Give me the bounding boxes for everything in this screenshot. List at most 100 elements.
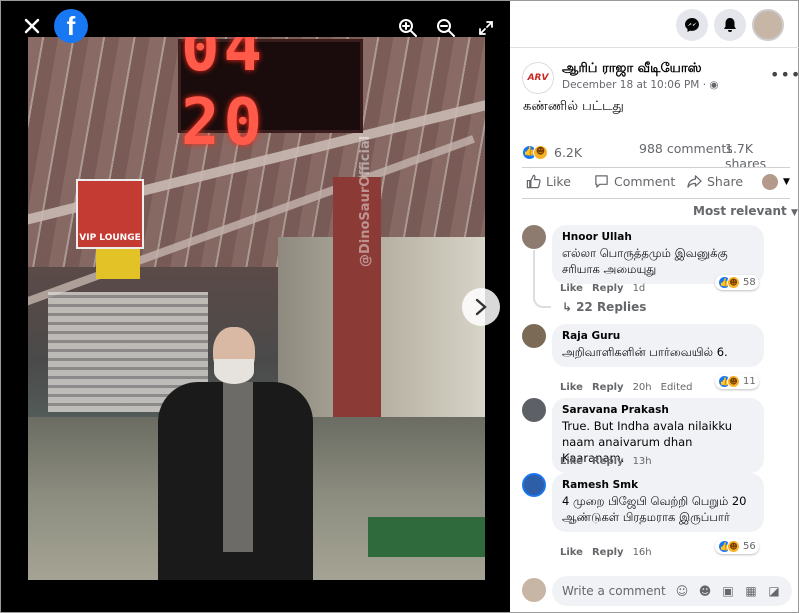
chevron-right-icon[interactable] (462, 288, 500, 326)
comment-label: Comment (614, 174, 676, 189)
reaction-icons[interactable]: 👍 ☻ 6.2K (522, 144, 582, 160)
commenter-name[interactable]: Raja Guru (562, 330, 754, 342)
post-time-text: December 18 at 10:06 PM · (562, 79, 710, 91)
comment-time[interactable]: 16h (633, 547, 652, 558)
haha-reaction-icon: ☻ (727, 276, 740, 289)
like-label: Like (546, 174, 571, 189)
comment-input[interactable] (562, 584, 667, 598)
comments-count[interactable]: 988 comments (639, 141, 733, 156)
comment-reaction-count: 11 (743, 376, 756, 387)
view-replies-link[interactable]: ↳ 22 Replies (562, 300, 646, 314)
post-header: ARV ஆரிப் ராஜா வீடியோஸ் December 18 at 1… (522, 59, 799, 99)
comment-icon (595, 175, 608, 188)
haha-reaction-icon: ☻ (727, 375, 740, 388)
reply-thread-line (533, 250, 551, 308)
comment-reaction-count: 58 (743, 277, 756, 288)
share-label: Share (707, 174, 744, 189)
share-icon (687, 175, 702, 188)
emoji-icon[interactable]: ☻ (697, 583, 713, 599)
comment-meta: Like Reply 16h (560, 547, 661, 558)
commenter-avatar[interactable] (522, 225, 546, 249)
comment-time[interactable]: 13h (633, 456, 652, 467)
zoom-out-icon[interactable] (433, 15, 459, 41)
mini-avatar (762, 174, 778, 190)
caret-down-icon: ▼ (790, 208, 798, 218)
haha-reaction-icon: ☻ (727, 540, 740, 553)
audience-selector[interactable]: ▼ (762, 174, 790, 190)
comment-meta: Like Reply 20h Edited (560, 382, 702, 393)
reaction-count[interactable]: 6.2K (554, 145, 582, 160)
avatar-sticker-icon[interactable]: ☺ (674, 583, 690, 599)
commenter-avatar[interactable] (522, 324, 546, 348)
messenger-icon[interactable] (676, 9, 708, 41)
commenter-name[interactable]: Saravana Prakash (562, 404, 754, 416)
page-avatar-text: ARV (527, 73, 549, 83)
action-bar: Like Comment Share ▼ (522, 167, 790, 199)
haha-reaction-icon: ☻ (533, 144, 548, 160)
photo-mat (368, 517, 485, 557)
commenter-name[interactable]: Ramesh Smk (562, 479, 754, 491)
comment-bubble: Ramesh Smk 4 முறை பிஜேபி வெற்றி பெறும் 2… (552, 473, 764, 532)
person-figure (158, 327, 313, 580)
expand-icon[interactable] (473, 15, 499, 41)
comment-reactions[interactable]: 👍 ☻ 56 (715, 539, 759, 554)
comment-bubble: Raja Guru அறிவாளிகளின் பார்வையில் 6. (552, 324, 764, 367)
comment-text: எல்லா பொருத்தமும் இவனுக்கு சரியாக அமையுத… (562, 246, 728, 276)
comment-meta: Like Reply 13h (560, 456, 661, 467)
vip-lounge-sign: VIP LOUNGE (76, 179, 144, 249)
profile-avatar[interactable] (752, 9, 784, 41)
facebook-logo-icon[interactable]: f (54, 9, 88, 43)
vip-sign-text: VIP LOUNGE (79, 233, 141, 243)
comment-reply-link[interactable]: Reply (592, 547, 624, 558)
composer-avatar (522, 578, 546, 602)
watermark: @DinoSaurOfficial (358, 135, 373, 267)
sort-label: Most relevant (693, 204, 787, 218)
comment-time[interactable]: 20h (633, 382, 652, 393)
comment-sort-dropdown[interactable]: Most relevant ▼ (693, 204, 798, 218)
clock-text: 04 20 (181, 37, 267, 160)
globe-icon: ◉ (709, 79, 719, 91)
camera-icon[interactable]: ▣ (720, 583, 736, 599)
sticker-icon[interactable]: ◪ (766, 583, 782, 599)
comment-reply-link[interactable]: Reply (592, 283, 624, 294)
post-photo: 04 20 VIP LOUNGE @DinoSaurOfficial (28, 37, 485, 580)
like-button[interactable]: Like (526, 174, 571, 189)
facebook-logo-letter: f (66, 10, 76, 41)
post-time[interactable]: December 18 at 10:06 PM · ◉ (562, 79, 719, 91)
top-bar (510, 1, 799, 48)
person-scarf (223, 382, 253, 552)
comment-like-link[interactable]: Like (560, 382, 583, 393)
comment-like-link[interactable]: Like (560, 547, 583, 558)
comment-reply-link[interactable]: Reply (592, 382, 624, 393)
comment-composer: ☺ ☻ ▣ ▦ ◪ (522, 576, 792, 606)
digital-clock: 04 20 (178, 37, 363, 160)
comment-reactions[interactable]: 👍 ☻ 58 (715, 275, 759, 290)
comment-text: அறிவாளிகளின் பார்வையில் 6. (562, 345, 728, 359)
share-button[interactable]: Share (687, 174, 743, 189)
comment-like-link[interactable]: Like (560, 456, 583, 467)
comment-text: 4 முறை பிஜேபி வெற்றி பெறும் 20 ஆண்டுகள் … (562, 494, 747, 524)
comment-time[interactable]: 1d (633, 283, 646, 294)
thumbs-up-icon (526, 174, 541, 189)
notifications-bell-icon[interactable] (714, 9, 746, 41)
gif-icon[interactable]: ▦ (743, 583, 759, 599)
zoom-in-icon[interactable] (395, 15, 421, 41)
more-options-icon[interactable]: ••• (770, 65, 799, 84)
comment-reaction-count: 56 (743, 541, 756, 552)
comment-button[interactable]: Comment (594, 174, 675, 189)
composer-box[interactable]: ☺ ☻ ▣ ▦ ◪ (552, 576, 792, 606)
comment-reply-link[interactable]: Reply (592, 456, 624, 467)
reply-arrow-icon: ↳ (562, 300, 573, 314)
yellow-sign (96, 249, 140, 279)
commenter-avatar[interactable] (522, 473, 546, 497)
commenter-name[interactable]: Hnoor Ullah (562, 231, 754, 243)
person-beard (214, 359, 254, 384)
commenter-avatar[interactable] (522, 398, 546, 422)
caret-down-icon: ▼ (783, 177, 790, 187)
page-avatar[interactable]: ARV (522, 62, 554, 94)
comment-edited-label: Edited (660, 382, 693, 393)
page-name[interactable]: ஆரிப் ராஜா வீடியோஸ் (562, 61, 702, 77)
comment-like-link[interactable]: Like (560, 283, 583, 294)
close-icon[interactable] (17, 11, 47, 41)
comment-reactions[interactable]: 👍 ☻ 11 (715, 374, 759, 389)
